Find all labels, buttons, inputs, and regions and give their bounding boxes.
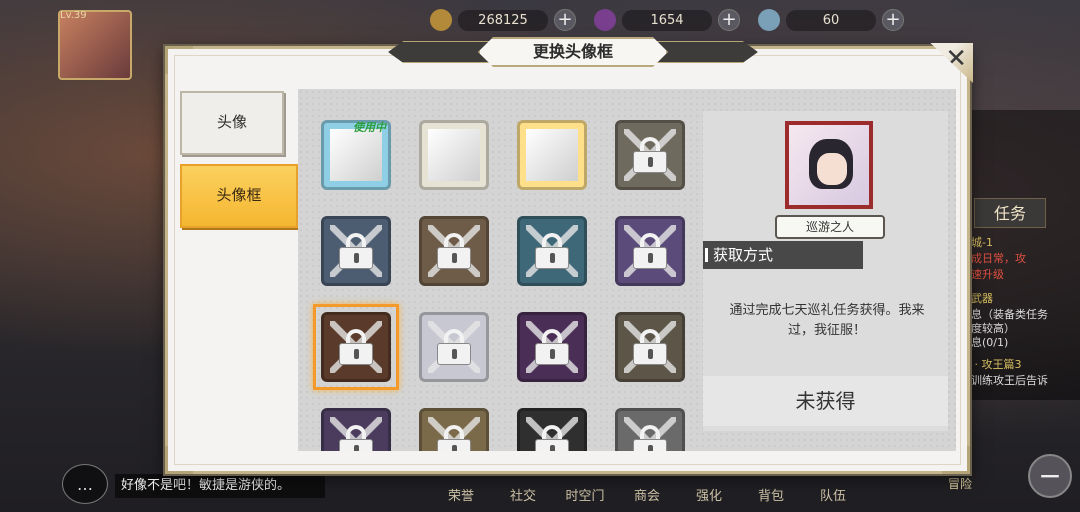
dialog-corner	[165, 46, 193, 74]
frame-thumbnail	[321, 216, 391, 286]
avatar-frame-item[interactable]	[416, 117, 492, 193]
avatar-frame-item[interactable]	[612, 213, 688, 289]
lock-icon	[633, 425, 667, 451]
tab-avatar[interactable]: 头像	[180, 91, 284, 155]
frame-thumbnail	[419, 216, 489, 286]
lock-icon	[437, 425, 471, 451]
frame-detail-panel: 巡游之人 获取方式 通过完成七天巡礼任务获得。我来过，我征服！ 未获得	[703, 111, 948, 431]
add-gem-button[interactable]: +	[718, 9, 740, 31]
nav-item[interactable]: 商会	[616, 485, 678, 504]
avatar-frame-item[interactable]	[318, 213, 394, 289]
frame-thumbnail	[517, 312, 587, 382]
acquire-section-title: 获取方式	[703, 241, 863, 269]
lock-icon	[437, 329, 471, 365]
close-button[interactable]: ✕	[930, 43, 973, 83]
avatar-frame-item[interactable]	[514, 117, 590, 193]
frame-thumbnail	[615, 312, 685, 382]
lock-icon	[633, 137, 667, 173]
lock-icon	[339, 425, 373, 451]
avatar-frame-item[interactable]	[612, 117, 688, 193]
gem-value: 1654	[622, 9, 712, 31]
bottom-nav: 荣誉 社交 时空门 商会 强化 背包 队伍	[430, 485, 864, 504]
character-face	[817, 153, 847, 185]
quest-line[interactable]: 快速升级	[960, 266, 1070, 282]
frame-thumbnail	[517, 408, 587, 451]
avatar-frame-item[interactable]	[612, 309, 688, 385]
add-gold-button[interactable]: +	[554, 9, 576, 31]
quest-line[interactable]: 的训练攻王后告诉	[960, 372, 1070, 388]
nav-item[interactable]: 荣誉	[430, 485, 492, 504]
chat-icon[interactable]: …	[62, 464, 108, 504]
lock-icon	[535, 425, 569, 451]
dialog-title: 更换头像框	[478, 37, 668, 67]
avatar-frame-item[interactable]	[318, 405, 394, 451]
frame-thumbnail	[419, 408, 489, 451]
frame-thumbnail	[517, 120, 587, 190]
lock-icon	[339, 329, 373, 365]
task-button[interactable]: 任务	[974, 198, 1046, 228]
lock-icon	[535, 233, 569, 269]
avatar-frame-item[interactable]: 使用中	[318, 117, 394, 193]
quest-line[interactable]: 孤城-1	[960, 234, 1070, 250]
tab-avatar-frame[interactable]: 头像框	[180, 164, 298, 228]
resource-gem: 1654 +	[594, 8, 740, 32]
frame-thumbnail: 使用中	[321, 120, 391, 190]
quest-line[interactable]: 险 · 攻王篇3	[960, 356, 1070, 372]
nav-item[interactable]: 强化	[678, 485, 740, 504]
chat-message[interactable]: 好像不是吧！敏捷是游侠的。	[115, 474, 325, 498]
orb-value: 60	[786, 9, 876, 31]
nav-item[interactable]: 社交	[492, 485, 554, 504]
acquire-description: 通过完成七天巡礼任务获得。我来过，我征服！	[729, 303, 925, 338]
nav-item[interactable]: 队伍	[802, 485, 864, 504]
avatar-frame-item[interactable]	[514, 309, 590, 385]
player-level: Lv.39	[60, 10, 87, 21]
acquire-status: 未获得	[703, 376, 948, 426]
frame-inner	[526, 129, 578, 181]
lock-icon	[633, 233, 667, 269]
frame-thumbnail	[419, 120, 489, 190]
quest-line[interactable]: 之息(0/1)	[960, 334, 1070, 350]
avatar-frame-item[interactable]	[416, 405, 492, 451]
lock-icon	[339, 233, 373, 269]
in-use-badge: 使用中	[353, 121, 386, 134]
resource-bar: 268125 + 1654 + 60 +	[430, 6, 904, 34]
avatar-frame-item[interactable]	[514, 213, 590, 289]
quest-line[interactable]: 完成日常，攻	[960, 250, 1070, 266]
avatar-frame-item[interactable]	[612, 405, 688, 451]
avatar-frame-dialog: 更换头像框 ✕ 头像 头像框 使用中 巡游之人 获取方式 通过完成七天巡礼任务获…	[165, 37, 973, 474]
add-orb-button[interactable]: +	[882, 9, 904, 31]
frame-thumbnail	[517, 216, 587, 286]
frame-name: 巡游之人	[775, 215, 885, 239]
minus-button[interactable]: −	[1028, 454, 1072, 498]
resource-orb: 60 +	[758, 8, 904, 32]
resource-gold: 268125 +	[430, 8, 576, 32]
quest-line[interactable]: 新武器	[960, 290, 1070, 306]
frame-thumbnail	[615, 408, 685, 451]
purple-gem-icon	[594, 9, 616, 31]
avatar-frame-item[interactable]	[416, 213, 492, 289]
avatar-frame-item[interactable]	[416, 309, 492, 385]
frame-thumbnail	[321, 312, 391, 382]
avatar-frame-item[interactable]	[313, 304, 399, 390]
dialog-title-bar: 更换头像框	[388, 35, 758, 69]
frame-thumbnail	[419, 312, 489, 382]
avatar-frame-item[interactable]	[514, 405, 590, 451]
gold-coin-icon	[430, 9, 452, 31]
orb-icon	[758, 9, 780, 31]
nav-item[interactable]: 背包	[740, 485, 802, 504]
gold-value: 268125	[458, 9, 548, 31]
lock-icon	[535, 329, 569, 365]
lock-icon	[633, 329, 667, 365]
frame-thumbnail	[615, 216, 685, 286]
nav-item[interactable]: 时空门	[554, 485, 616, 504]
lock-icon	[437, 233, 471, 269]
frame-thumbnail	[321, 408, 391, 451]
frame-inner	[330, 129, 382, 181]
frame-inner	[428, 129, 480, 181]
dialog-corner	[165, 446, 193, 474]
frame-preview	[785, 121, 873, 209]
frame-thumbnail	[615, 120, 685, 190]
